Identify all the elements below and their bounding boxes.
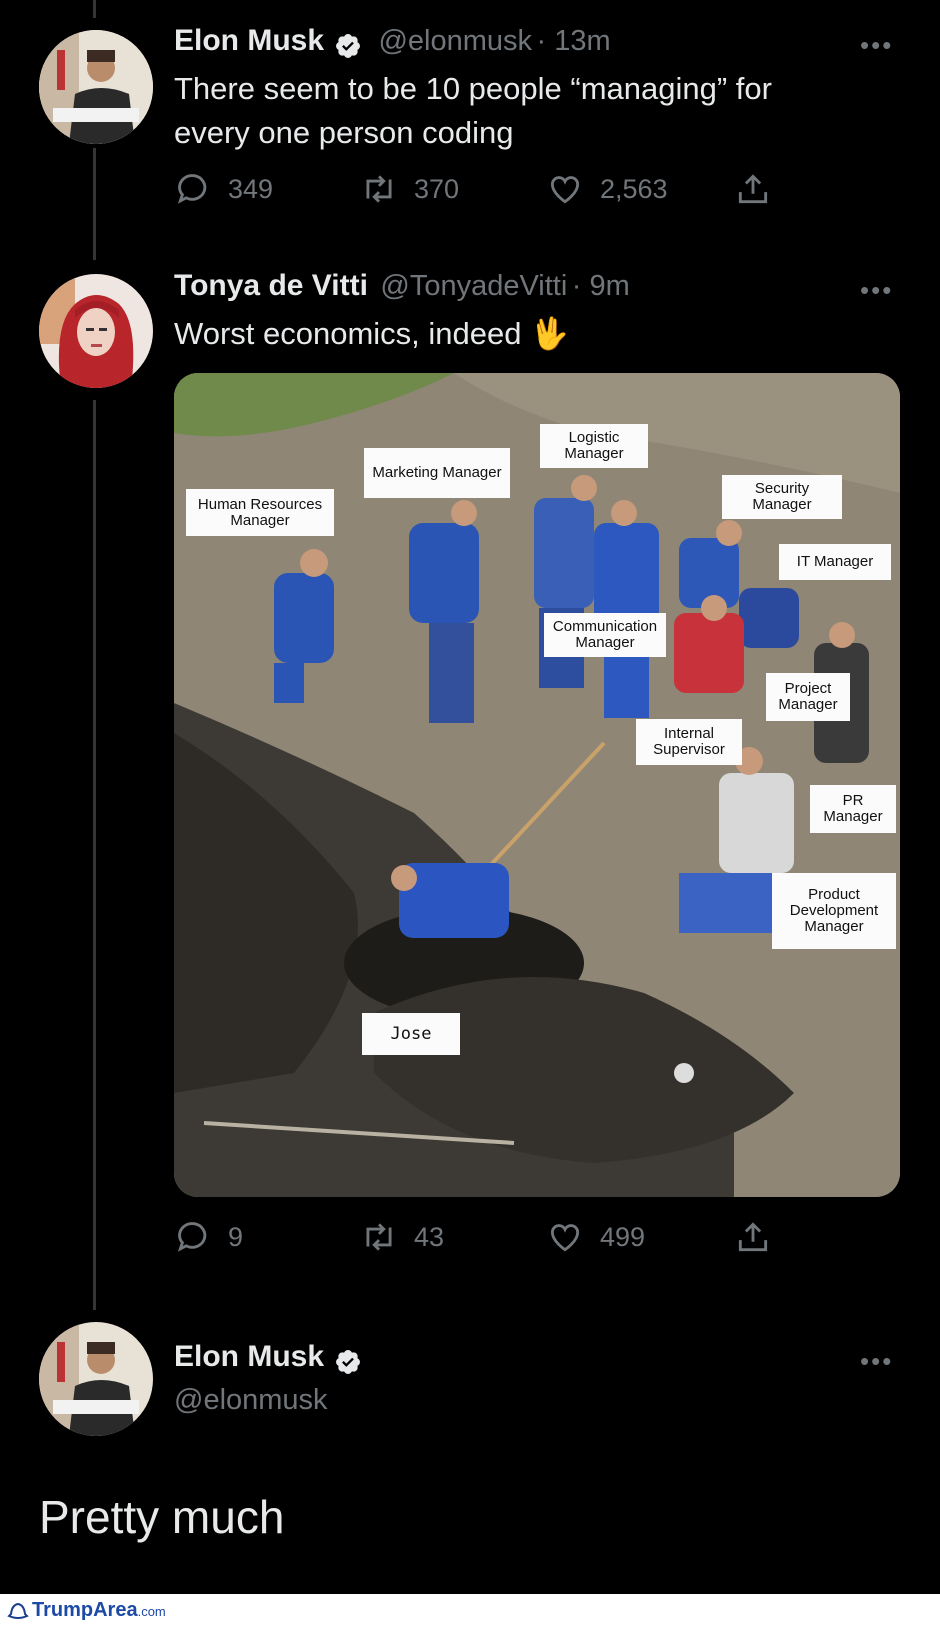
- reply-count: 9: [228, 1221, 244, 1252]
- retweet-count: 370: [414, 173, 460, 204]
- author-name[interactable]: Tonya de Vitti: [174, 269, 368, 302]
- avatar[interactable]: [39, 274, 153, 388]
- like-count: 499: [600, 1221, 646, 1252]
- image-label-jose: Jose: [362, 1013, 460, 1055]
- more-options-icon[interactable]: •••: [860, 275, 893, 306]
- tweet-text: Worst economics, indeed 🖖: [174, 312, 854, 356]
- share-button[interactable]: [734, 1218, 788, 1256]
- more-options-icon[interactable]: •••: [860, 30, 893, 61]
- image-label-internal: Internal Supervisor: [636, 719, 742, 765]
- image-label-hr: Human Resources Manager: [186, 489, 334, 536]
- avatar-image: [39, 274, 153, 388]
- retweet-icon: [366, 1223, 392, 1251]
- image-label-marketing: Marketing Manager: [364, 448, 510, 498]
- image-label-communication: Communication Manager: [544, 613, 666, 657]
- verified-badge-icon: [336, 1349, 360, 1374]
- heart-icon: [550, 176, 580, 204]
- timestamp[interactable]: · 13m: [536, 25, 610, 57]
- author-handle[interactable]: @elonmusk: [378, 25, 532, 57]
- vulcan-salute-emoji: 🖖: [530, 316, 569, 351]
- image-label-project: Project Manager: [766, 673, 850, 721]
- watermark-bar: TrumpArea.com: [0, 1594, 940, 1628]
- tweet-image[interactable]: Human Resources Manager Marketing Manage…: [174, 373, 900, 1197]
- image-label-product: Product Development Manager: [772, 873, 896, 949]
- retweet-button[interactable]: 43: [360, 1218, 444, 1256]
- avatar-image: [39, 30, 153, 144]
- retweet-count: 43: [414, 1221, 445, 1252]
- reply-icon: [177, 174, 207, 204]
- watermark-brand: TrumpArea: [32, 1599, 138, 1621]
- tweet-text: Pretty much: [39, 1491, 285, 1543]
- image-label-it: IT Manager: [779, 544, 891, 580]
- like-button[interactable]: 2,563: [546, 170, 668, 208]
- thread-line: [93, 400, 96, 1310]
- avatar[interactable]: [39, 30, 153, 144]
- hat-logo-icon: [7, 1602, 29, 1619]
- reply-button[interactable]: 9: [174, 1218, 243, 1256]
- image-label-pr: PR Manager: [810, 785, 896, 833]
- share-button[interactable]: [734, 170, 788, 208]
- like-button[interactable]: 499: [546, 1218, 645, 1256]
- more-options-icon[interactable]: •••: [860, 1346, 893, 1377]
- like-count: 2,563: [600, 173, 668, 204]
- avatar-image: [39, 1322, 153, 1436]
- image-label-logistic: Logistic Manager: [540, 424, 648, 468]
- reply-icon: [177, 1222, 207, 1252]
- thread-line: [93, 0, 96, 18]
- watermark-suffix: .com: [137, 1604, 166, 1619]
- tweet-text-content: Worst economics, indeed: [174, 316, 522, 351]
- share-icon: [738, 174, 768, 204]
- retweet-button[interactable]: 370: [360, 170, 459, 208]
- author-name[interactable]: Elon Musk: [174, 1340, 324, 1373]
- avatar[interactable]: [39, 1322, 153, 1436]
- reply-button[interactable]: 349: [174, 170, 273, 208]
- timestamp[interactable]: · 9m: [572, 270, 630, 302]
- author-handle[interactable]: @elonmusk: [174, 1384, 328, 1417]
- author-handle[interactable]: @TonyadeVitti: [380, 270, 567, 302]
- share-icon: [738, 1222, 768, 1252]
- reply-count: 349: [228, 173, 274, 204]
- heart-icon: [550, 1224, 580, 1252]
- verified-badge-icon: [336, 33, 360, 58]
- retweet-icon: [366, 175, 392, 203]
- tweet-text: There seem to be 10 people “managing” fo…: [174, 71, 772, 150]
- author-name[interactable]: Elon Musk: [174, 24, 324, 57]
- image-label-security: Security Manager: [722, 475, 842, 519]
- thread-line: [93, 148, 96, 260]
